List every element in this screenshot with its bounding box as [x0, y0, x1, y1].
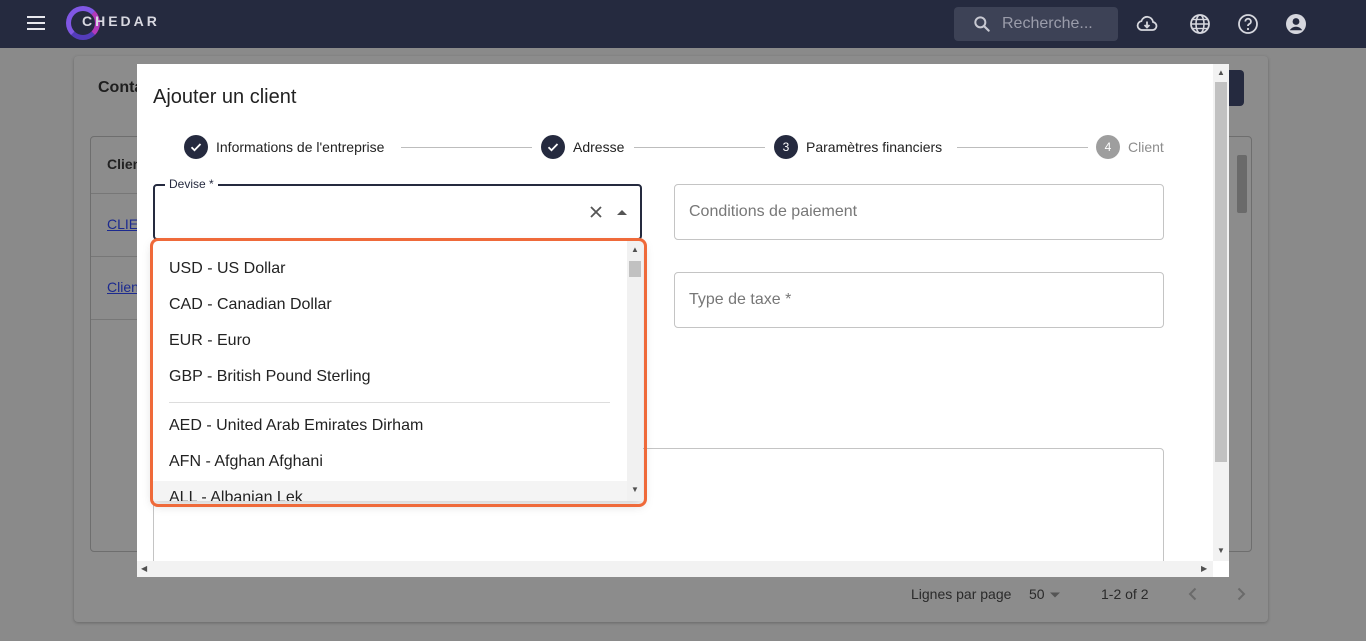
- account-icon[interactable]: [1284, 12, 1308, 36]
- check-icon: [541, 135, 565, 159]
- add-contact-button[interactable]: [1227, 70, 1244, 106]
- step-label: Client: [1128, 139, 1164, 155]
- tax-type-field[interactable]: Type de taxe *: [674, 272, 1164, 328]
- previous-page-icon[interactable]: [1186, 587, 1200, 601]
- scroll-left-arrow[interactable]: ◀: [141, 564, 147, 573]
- search-input[interactable]: [1002, 15, 1112, 33]
- tax-type-placeholder: Type de taxe *: [689, 291, 792, 308]
- cloud-download-icon[interactable]: [1135, 12, 1159, 36]
- currency-select[interactable]: Devise *: [153, 177, 642, 240]
- currency-listbox: USD - US Dollar CAD - Canadian Dollar EU…: [153, 241, 643, 501]
- app-logo[interactable]: CHEDAR: [64, 4, 174, 44]
- scroll-up-arrow[interactable]: ▲: [1217, 68, 1225, 77]
- step-company-info[interactable]: Informations de l'entreprise: [184, 135, 384, 159]
- scroll-up-arrow[interactable]: ▲: [631, 245, 639, 254]
- table-row-link[interactable]: CLIE: [107, 216, 138, 232]
- step-label: Informations de l'entreprise: [216, 139, 385, 155]
- scroll-right-arrow[interactable]: ▶: [1201, 564, 1207, 573]
- payment-terms-field[interactable]: Conditions de paiement: [674, 184, 1164, 240]
- step-label: Adresse: [573, 139, 625, 155]
- table-divider: [91, 193, 137, 194]
- currency-option-afn[interactable]: AFN - Afghan Afghani: [153, 444, 627, 480]
- dialog-scrollbar-thumb[interactable]: [1215, 82, 1227, 462]
- help-icon[interactable]: [1236, 12, 1260, 36]
- currency-option-usd[interactable]: USD - US Dollar: [153, 251, 627, 287]
- rows-per-page-select[interactable]: 50: [1029, 586, 1045, 602]
- chevron-up-icon[interactable]: [617, 210, 627, 215]
- step-number: 4: [1096, 135, 1120, 159]
- options-divider: [169, 402, 610, 403]
- check-icon: [184, 135, 208, 159]
- currency-option-eur[interactable]: EUR - Euro: [153, 323, 627, 359]
- step-connector: [401, 147, 532, 148]
- pagination-range: 1-2 of 2: [1101, 586, 1149, 602]
- scroll-down-arrow[interactable]: ▼: [631, 485, 639, 494]
- search-box[interactable]: [954, 7, 1118, 41]
- step-financial-settings[interactable]: 3 Paramètres financiers: [774, 135, 942, 159]
- chevron-down-icon[interactable]: [1049, 591, 1061, 599]
- currency-option-cad[interactable]: CAD - Canadian Dollar: [153, 287, 627, 323]
- currency-option-gbp[interactable]: GBP - British Pound Sterling: [153, 359, 627, 395]
- currency-option-aed[interactable]: AED - United Arab Emirates Dirham: [153, 408, 627, 444]
- table-divider: [91, 319, 137, 320]
- rows-per-page-label: Lignes par page: [911, 586, 1012, 602]
- menu-icon[interactable]: [24, 12, 48, 36]
- step-address[interactable]: Adresse: [541, 135, 624, 159]
- step-connector: [957, 147, 1088, 148]
- step-label: Paramètres financiers: [806, 139, 943, 155]
- top-app-bar: CHEDAR: [0, 0, 1366, 48]
- table-divider: [91, 256, 137, 257]
- table-scrollbar-thumb[interactable]: [1237, 155, 1247, 213]
- listbox-scrollbar-thumb[interactable]: [629, 261, 641, 277]
- step-connector: [634, 147, 765, 148]
- search-icon: [974, 16, 990, 32]
- dialog-title: Ajouter un client: [153, 86, 297, 108]
- step-client[interactable]: 4 Client: [1096, 135, 1164, 159]
- globe-icon[interactable]: [1188, 12, 1212, 36]
- currency-field-label: Devise *: [165, 177, 218, 191]
- close-icon[interactable]: [587, 203, 605, 221]
- dialog-horizontal-scrollbar[interactable]: [137, 561, 1213, 577]
- step-number: 3: [774, 135, 798, 159]
- table-row-link[interactable]: Clien: [107, 279, 139, 295]
- listbox-scrollbar[interactable]: [627, 241, 643, 501]
- scroll-down-arrow[interactable]: ▼: [1217, 546, 1225, 555]
- payment-terms-placeholder: Conditions de paiement: [689, 203, 858, 220]
- logo-text: CHEDAR: [82, 13, 160, 29]
- next-page-icon[interactable]: [1234, 587, 1248, 601]
- currency-option-all[interactable]: ALL - Albanian Lek: [153, 480, 627, 501]
